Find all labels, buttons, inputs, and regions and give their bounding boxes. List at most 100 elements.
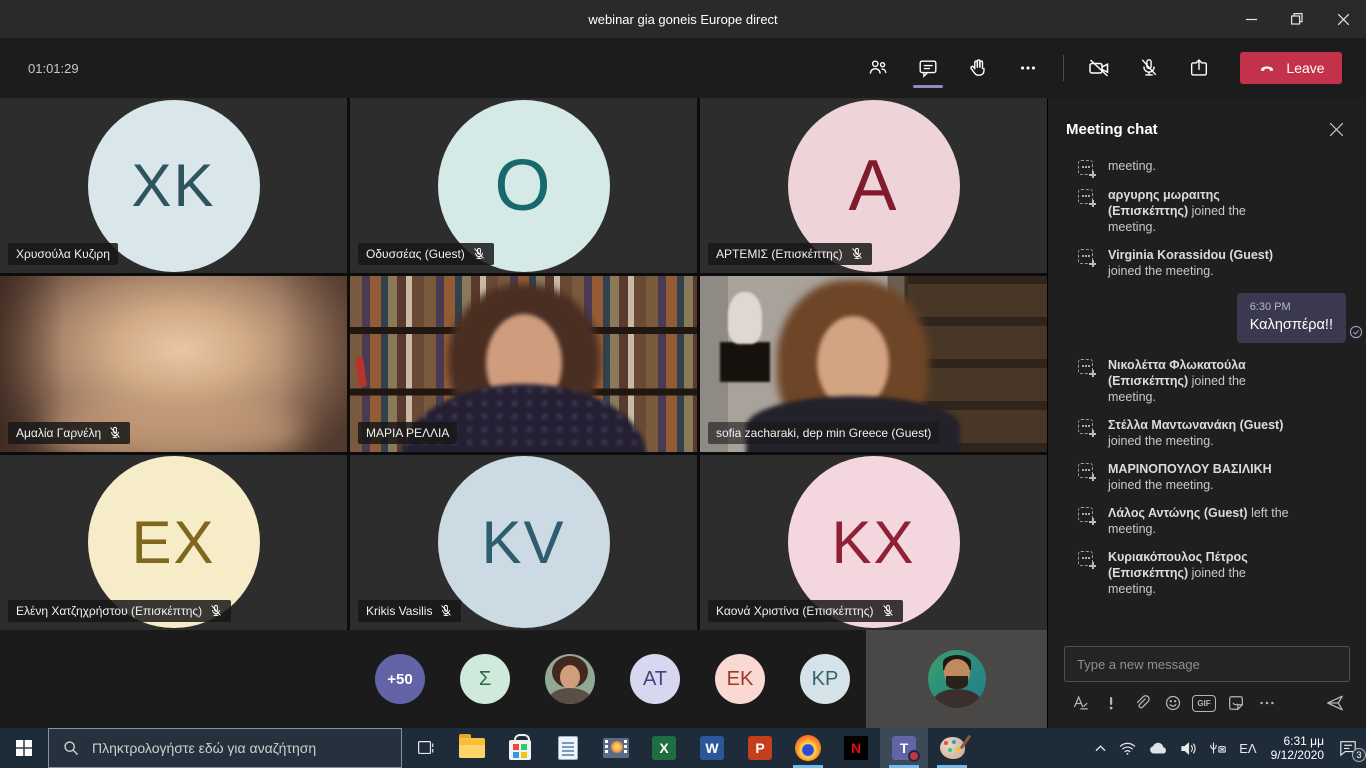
start-button[interactable]	[0, 728, 48, 768]
participant-mini-avatar[interactable]: AT	[630, 654, 680, 704]
taskbar-search[interactable]	[48, 728, 402, 768]
message-time: 6:30 PM	[1250, 301, 1333, 313]
minimize-button[interactable]	[1228, 0, 1274, 38]
action-center-button[interactable]: 3	[1332, 728, 1364, 768]
mic-muted-icon	[439, 604, 453, 618]
participant-tile[interactable]: EX Ελένη Χατζηχρήστου (Επισκέπτης)	[0, 455, 347, 630]
emoji-button[interactable]	[1157, 688, 1188, 718]
mic-muted-icon	[209, 604, 223, 618]
chat-header: Meeting chat	[1048, 106, 1366, 152]
language-indicator[interactable]: ΕΛ	[1233, 728, 1262, 768]
participant-mini-avatar[interactable]: Σ	[460, 654, 510, 704]
chat-title: Meeting chat	[1066, 121, 1158, 138]
taskbar-clock[interactable]: 6:31 μμ 9/12/2020	[1263, 734, 1332, 762]
leave-label: Leave	[1286, 60, 1324, 76]
participant-tile[interactable]: KX Καονά Χριστίνα (Επισκέπτης)	[700, 455, 1047, 630]
taskbar-app-powerpoint[interactable]: P	[736, 728, 784, 768]
search-icon	[63, 740, 79, 756]
gif-button[interactable]: GIF	[1192, 695, 1216, 712]
participant-avatar: KV	[438, 456, 610, 628]
chat-event-message: meeting.	[1048, 152, 1366, 181]
mic-muted-icon	[108, 426, 122, 440]
chat-button[interactable]	[909, 46, 947, 90]
taskbar-app-word[interactable]: W	[688, 728, 736, 768]
taskbar-app-firefox[interactable]	[784, 728, 832, 768]
participant-tile[interactable]: Αμαλία Γαρνέλη	[0, 276, 347, 451]
more-participants-badge[interactable]: +50	[375, 654, 425, 704]
window-title: webinar gia goneis Europe direct	[0, 12, 1366, 27]
leave-button[interactable]: Leave	[1240, 52, 1342, 84]
participant-tile[interactable]: O Οδυσσέας (Guest)	[350, 98, 697, 273]
sticker-button[interactable]	[1220, 688, 1251, 718]
person-joined-icon	[1078, 551, 1093, 566]
person-joined-icon	[1078, 463, 1093, 478]
avatar	[549, 688, 591, 704]
taskbar-app-file-explorer[interactable]	[448, 728, 496, 768]
mic-off-icon	[1138, 57, 1160, 79]
taskbar-app-teams[interactable]: T	[880, 728, 928, 768]
windows-taskbar: X W P N T	[0, 728, 1366, 768]
busy-presence-dot	[908, 750, 920, 762]
person-joined-icon	[1078, 249, 1093, 264]
format-button[interactable]	[1064, 688, 1095, 718]
participant-name-label: Καονά Χριστίνα (Επισκέπτης)	[708, 600, 903, 622]
composer-more-icon[interactable]	[1251, 688, 1282, 718]
participant-name-label: Οδυσσέας (Guest)	[358, 243, 494, 265]
raise-hand-button[interactable]	[959, 46, 997, 90]
tray-chevron-button[interactable]	[1088, 728, 1113, 768]
excel-icon: X	[652, 736, 676, 760]
onedrive-icon[interactable]	[1142, 728, 1174, 768]
chat-event-message: Νικολέττα Φλωκατούλα (Επισκέπτης) joined…	[1048, 351, 1366, 411]
restore-button[interactable]	[1274, 0, 1320, 38]
participant-mini-avatar[interactable]: KP	[800, 654, 850, 704]
participant-tile[interactable]: KV Krikis Vasilis	[350, 455, 697, 630]
meeting-toolbar: 01:01:29	[0, 38, 1366, 98]
task-view-button[interactable]	[402, 728, 448, 768]
taskbar-app-notepad[interactable]	[544, 728, 592, 768]
mic-off-button[interactable]	[1130, 46, 1168, 90]
priority-button[interactable]	[1095, 688, 1126, 718]
participant-tile[interactable]: ΜΑΡΙΑ ΡΕΛΛΙΑ	[350, 276, 697, 451]
attach-button[interactable]	[1126, 688, 1157, 718]
person-left-icon	[1078, 507, 1093, 522]
participant-tile[interactable]: sofia zacharaki, dep min Greece (Guest)	[700, 276, 1047, 451]
share-screen-button[interactable]	[1180, 46, 1218, 90]
close-button[interactable]	[1320, 0, 1366, 38]
camera-off-button[interactable]	[1080, 46, 1118, 90]
message-bubble: 6:30 PM Καλησπέρα!!	[1237, 293, 1346, 343]
paint-icon	[940, 737, 965, 759]
person-joined-icon	[1078, 189, 1093, 204]
taskbar-app-paint[interactable]	[928, 728, 976, 768]
send-button[interactable]	[1319, 688, 1350, 718]
more-options-button[interactable]	[1009, 46, 1047, 90]
meeting-timer: 01:01:29	[28, 61, 79, 76]
hang-up-icon	[1257, 58, 1277, 78]
participant-tile[interactable]: A ΑΡΤΕΜΙΣ (Επισκέπτης)	[700, 98, 1047, 273]
chat-event-message: Virginia Korassidou (Guest) joined the m…	[1048, 241, 1366, 285]
participants-icon	[867, 57, 889, 79]
chat-composer: GIF	[1048, 644, 1366, 728]
volume-icon[interactable]	[1174, 728, 1203, 768]
search-input[interactable]	[92, 740, 372, 756]
chat-message-input[interactable]	[1064, 646, 1350, 682]
self-view-tile[interactable]	[866, 630, 1047, 728]
participant-mini-avatar[interactable]: EK	[715, 654, 765, 704]
taskbar-app-netflix[interactable]: N	[832, 728, 880, 768]
taskbar-app-store[interactable]	[496, 728, 544, 768]
message-seen-icon	[1349, 325, 1363, 339]
share-screen-icon	[1188, 57, 1210, 79]
wifi-icon[interactable]	[1113, 728, 1142, 768]
mic-muted-icon	[472, 247, 486, 261]
video-stage: XK Χρυσούλα Κυζιρη O Οδυσσέας (Guest)	[0, 98, 1047, 728]
sent-message: 6:30 PM Καλησπέρα!!	[1048, 285, 1366, 351]
taskbar-app-excel[interactable]: X	[640, 728, 688, 768]
participants-button[interactable]	[859, 46, 897, 90]
taskbar-app-movie-maker[interactable]	[592, 728, 640, 768]
person-joined-icon	[1078, 160, 1093, 175]
chat-event-message: Λάλος Αντώνης (Guest) left the meeting.	[1048, 499, 1366, 543]
chat-close-button[interactable]	[1324, 117, 1348, 141]
participant-photo-avatar[interactable]	[545, 654, 595, 704]
word-icon: W	[700, 736, 724, 760]
power-plug-icon[interactable]	[1203, 728, 1233, 768]
participant-tile[interactable]: XK Χρυσούλα Κυζιρη	[0, 98, 347, 273]
